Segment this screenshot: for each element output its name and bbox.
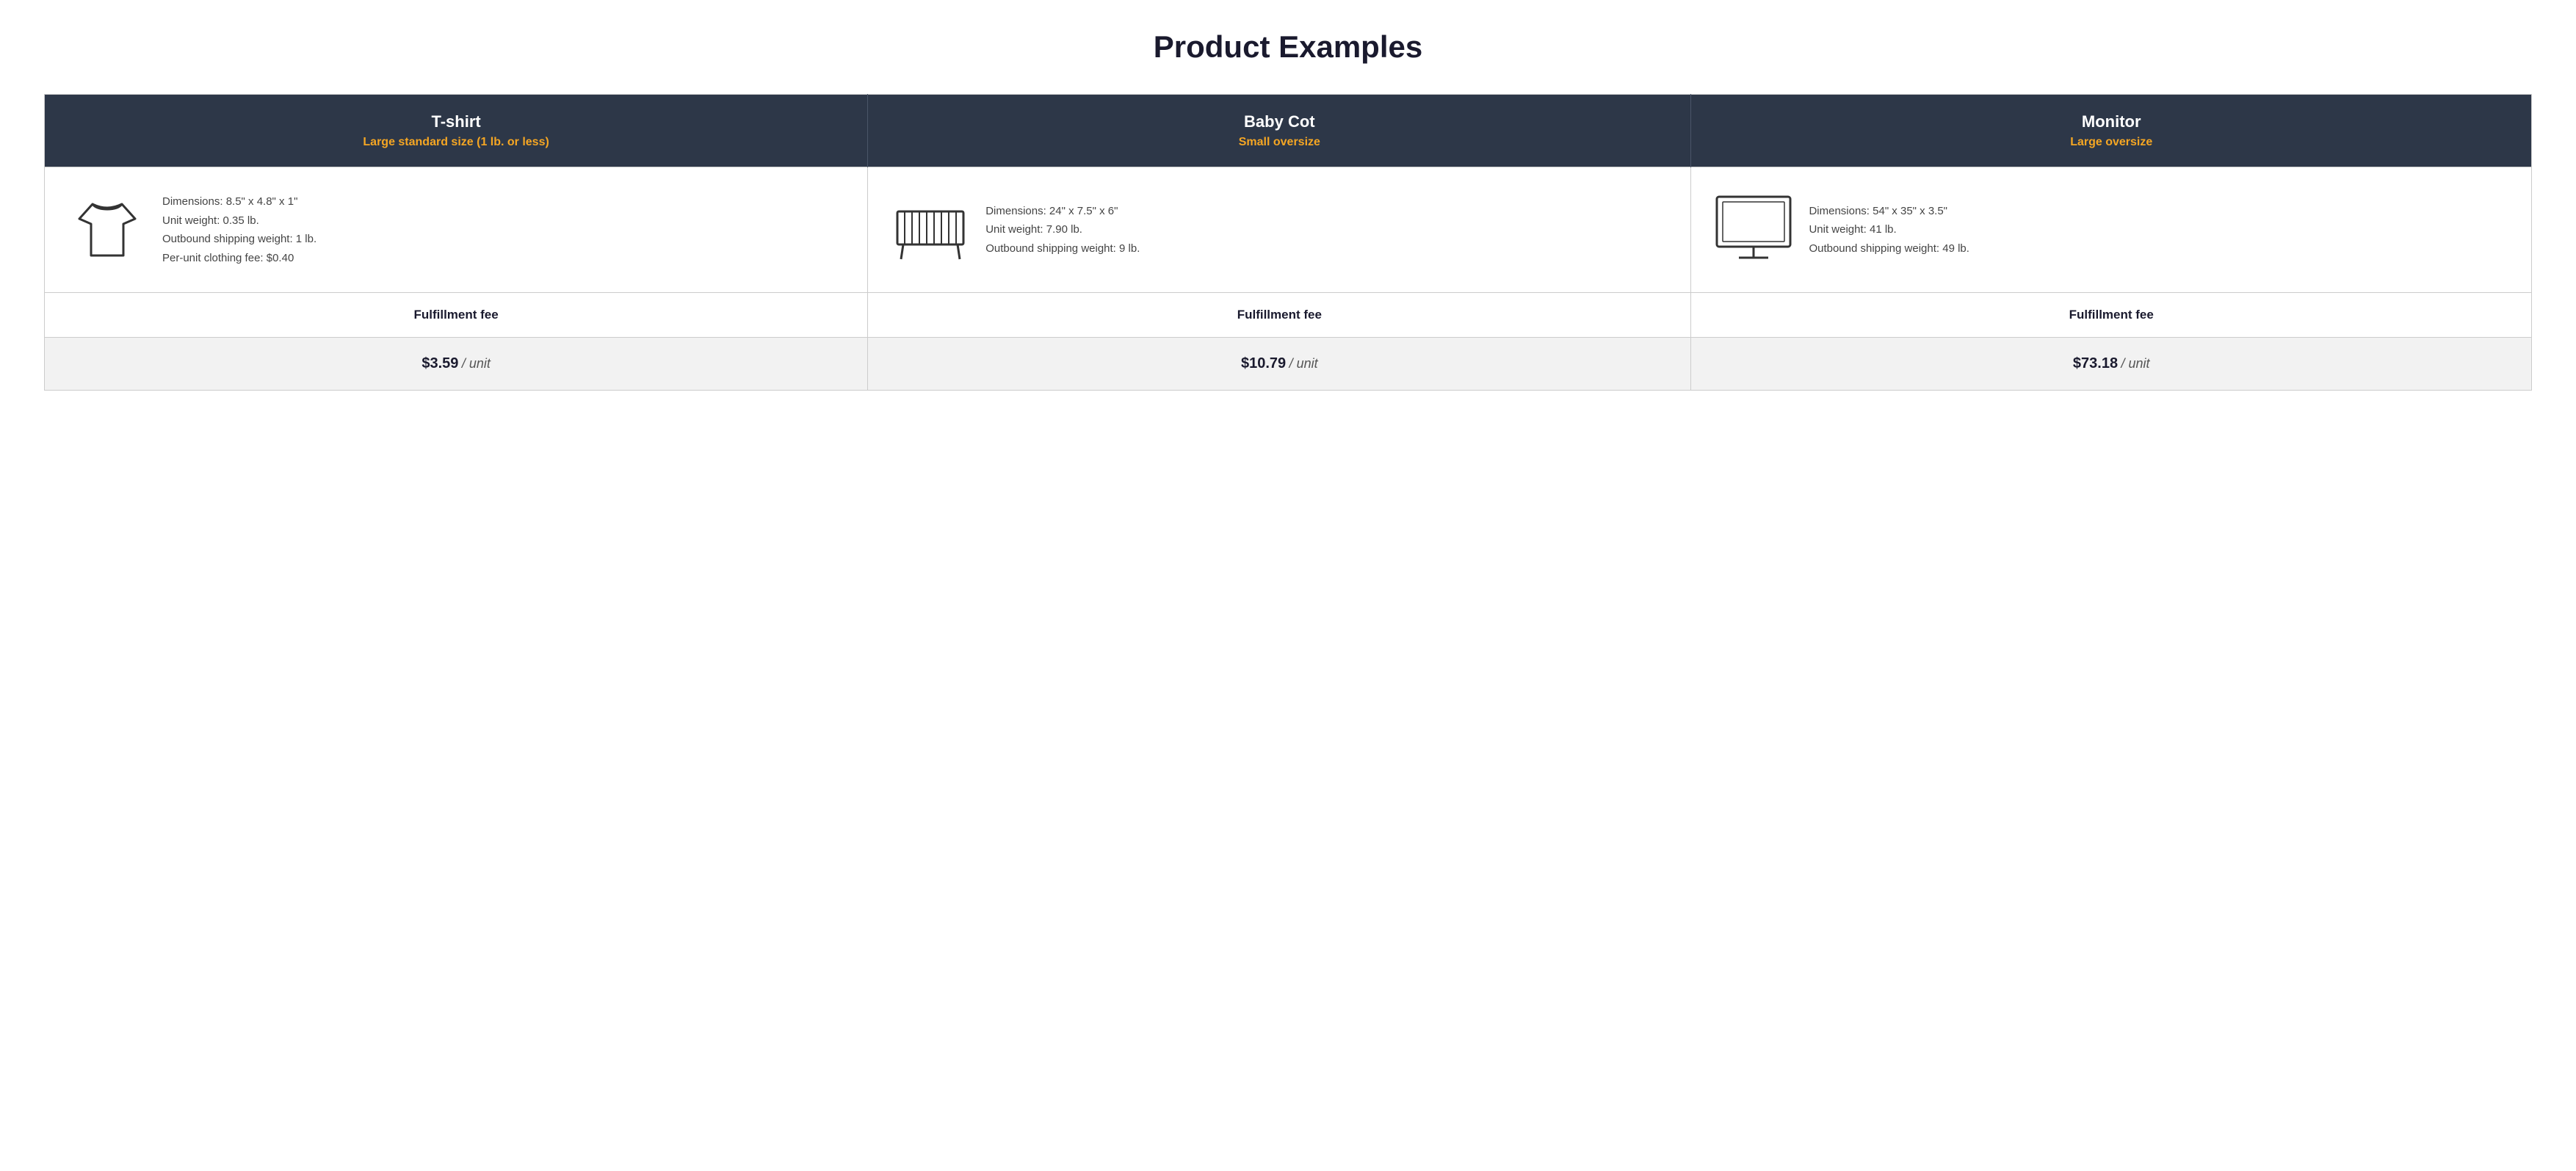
fee-unit-monitor: / unit — [2121, 356, 2150, 371]
tshirt-info: Dimensions: 8.5" x 4.8" x 1" Unit weight… — [162, 192, 316, 267]
fee-label-tshirt: Fulfillment fee — [45, 293, 868, 338]
product-size-babycot: Small oversize — [1239, 136, 1320, 148]
product-table: T-shirt Large standard size (1 lb. or le… — [44, 94, 2532, 391]
fee-value-cell-babycot: $10.79 / unit — [868, 338, 1691, 391]
fee-value-cell-monitor: $73.18 / unit — [1691, 338, 2532, 391]
babycot-info: Dimensions: 24" x 7.5" x 6" Unit weight:… — [985, 202, 1140, 258]
details-cell-babycot: Dimensions: 24" x 7.5" x 6" Unit weight:… — [868, 167, 1691, 293]
monitor-unit-weight: Unit weight: 41 lb. — [1809, 223, 1896, 236]
monitor-dimensions: Dimensions: 54" x 35" x 3.5" — [1809, 205, 1947, 217]
tshirt-outbound-weight: Outbound shipping weight: 1 lb. — [162, 233, 316, 245]
details-cell-tshirt: Dimensions: 8.5" x 4.8" x 1" Unit weight… — [45, 167, 868, 293]
babycot-icon — [890, 189, 971, 270]
fee-amount-babycot: $10.79 — [1241, 355, 1286, 371]
fee-label-row: Fulfillment fee Fulfillment fee Fulfillm… — [45, 293, 2532, 338]
header-cell-tshirt: T-shirt Large standard size (1 lb. or le… — [45, 95, 868, 167]
details-row: Dimensions: 8.5" x 4.8" x 1" Unit weight… — [45, 167, 2532, 293]
babycot-unit-weight: Unit weight: 7.90 lb. — [985, 223, 1082, 236]
product-name-monitor: Monitor — [1713, 112, 2509, 131]
fee-amount-tshirt: $3.59 — [422, 355, 458, 371]
monitor-info: Dimensions: 54" x 35" x 3.5" Unit weight… — [1809, 202, 1969, 258]
table-header-row: T-shirt Large standard size (1 lb. or le… — [45, 95, 2532, 167]
babycot-outbound-weight: Outbound shipping weight: 9 lb. — [985, 242, 1140, 255]
fee-value-row: $3.59 / unit $10.79 / unit $73.18 / unit — [45, 338, 2532, 391]
fee-unit-tshirt: / unit — [462, 356, 491, 371]
babycot-dimensions: Dimensions: 24" x 7.5" x 6" — [985, 205, 1118, 217]
product-size-monitor: Large oversize — [2070, 136, 2152, 148]
page-title: Product Examples — [44, 29, 2532, 65]
product-name-tshirt: T-shirt — [67, 112, 845, 131]
details-cell-monitor: Dimensions: 54" x 35" x 3.5" Unit weight… — [1691, 167, 2532, 293]
monitor-icon — [1713, 189, 1794, 270]
tshirt-dimensions: Dimensions: 8.5" x 4.8" x 1" — [162, 195, 297, 208]
fee-label-babycot: Fulfillment fee — [868, 293, 1691, 338]
monitor-outbound-weight: Outbound shipping weight: 49 lb. — [1809, 242, 1969, 255]
tshirt-extra: Per-unit clothing fee: $0.40 — [162, 252, 294, 264]
fee-label-monitor: Fulfillment fee — [1691, 293, 2532, 338]
header-cell-monitor: Monitor Large oversize — [1691, 95, 2532, 167]
fee-unit-babycot: / unit — [1289, 356, 1318, 371]
product-size-tshirt: Large standard size (1 lb. or less) — [363, 136, 549, 148]
product-name-babycot: Baby Cot — [890, 112, 1668, 131]
header-cell-babycot: Baby Cot Small oversize — [868, 95, 1691, 167]
tshirt-icon — [67, 189, 148, 270]
tshirt-unit-weight: Unit weight: 0.35 lb. — [162, 214, 259, 227]
fee-value-cell-tshirt: $3.59 / unit — [45, 338, 868, 391]
fee-amount-monitor: $73.18 — [2073, 355, 2118, 371]
